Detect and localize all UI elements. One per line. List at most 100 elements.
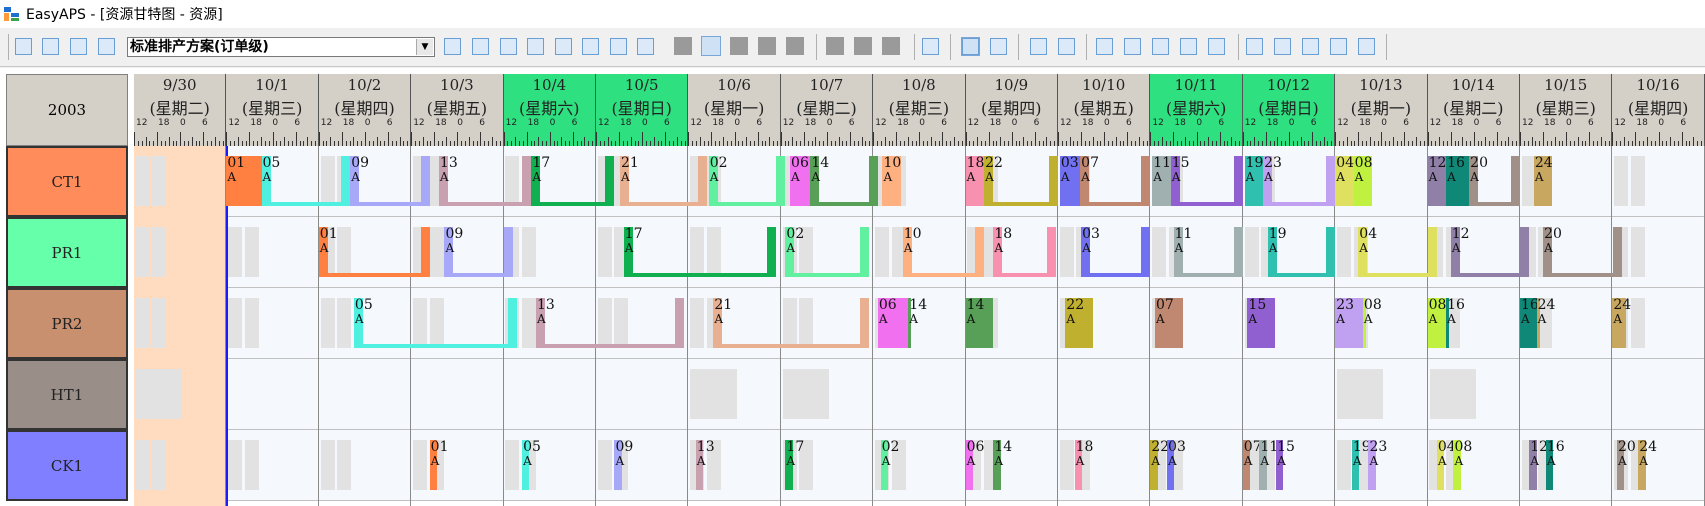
resource-label[interactable]: HT1 bbox=[6, 359, 128, 430]
swap-icon[interactable] bbox=[472, 38, 489, 55]
view-mode-icon-4[interactable] bbox=[758, 37, 776, 55]
idle-block bbox=[337, 298, 352, 348]
task-label: 06 A bbox=[879, 297, 897, 325]
hour-tick-label: 0 bbox=[642, 118, 648, 128]
day-header: 10/13 (星期一) 12 18 0 6 bbox=[1335, 74, 1428, 146]
idle-block bbox=[152, 156, 167, 206]
document-icon[interactable] bbox=[1330, 38, 1347, 55]
hour-tick-label: 18 bbox=[158, 118, 170, 128]
hour-tick-label: 0 bbox=[1011, 118, 1018, 128]
grid-view-icon[interactable] bbox=[990, 38, 1007, 55]
hour-tick-label: 0 bbox=[180, 118, 186, 128]
idle-block bbox=[1614, 156, 1629, 206]
task-label: 14 A bbox=[811, 155, 829, 183]
task-label: 20 A bbox=[1618, 439, 1636, 467]
hour-tick-label: 12 bbox=[505, 118, 518, 128]
settings-icon[interactable] bbox=[637, 38, 654, 55]
gantt-view-icon[interactable] bbox=[961, 37, 980, 56]
align-icon[interactable] bbox=[1030, 38, 1047, 55]
resource-label[interactable]: PR1 bbox=[6, 217, 128, 288]
report-icon[interactable] bbox=[1274, 38, 1291, 55]
view-mode-icon-2[interactable] bbox=[701, 36, 721, 56]
hour-ticks bbox=[134, 130, 225, 146]
task-id: 02 bbox=[881, 439, 900, 455]
hour-tick-label: 18 bbox=[342, 118, 355, 128]
chevron-down-icon[interactable]: ▼ bbox=[416, 39, 433, 55]
day-header: 10/8 (星期三) 12 18 0 6 bbox=[873, 74, 966, 146]
hour-tick-label: 0 bbox=[272, 118, 279, 128]
task-id: 10 bbox=[903, 226, 922, 242]
task-mark: A bbox=[1066, 312, 1076, 326]
hour-ticks bbox=[503, 130, 595, 146]
hour-tick-label: 6 bbox=[1588, 118, 1594, 128]
task-bar[interactable] bbox=[713, 298, 869, 348]
hour-tick-label: 6 bbox=[664, 118, 670, 128]
zoom-level-icon-1[interactable] bbox=[826, 37, 844, 55]
idle-block bbox=[135, 298, 150, 348]
chart-icon[interactable] bbox=[1058, 38, 1075, 55]
home-icon[interactable] bbox=[1180, 38, 1197, 55]
task-mark: A bbox=[909, 312, 918, 326]
task-mark: A bbox=[430, 454, 440, 468]
task-id: 08 bbox=[1454, 439, 1473, 455]
plan-select[interactable]: 标准排产方案(订单级) ▼ bbox=[127, 37, 435, 57]
hour-tick-label: 6 bbox=[1403, 118, 1409, 128]
hour-tick-label: 6 bbox=[571, 118, 578, 128]
idle-block bbox=[522, 298, 536, 348]
view-mode-icon-3[interactable] bbox=[730, 37, 748, 55]
task-id: 07 bbox=[1156, 297, 1174, 313]
task-mark: A bbox=[1354, 170, 1364, 184]
resource-label[interactable]: PR2 bbox=[6, 288, 128, 359]
day-weekday: (星期三) bbox=[241, 99, 303, 118]
resource-label[interactable]: CT1 bbox=[6, 146, 128, 217]
view-mode-icon-5[interactable] bbox=[786, 37, 804, 55]
bell-icon[interactable] bbox=[1246, 38, 1263, 55]
hour-tick-label: 0 bbox=[457, 118, 463, 128]
toolbar: 标准排产方案(订单级) ▼ bbox=[0, 28, 1705, 67]
task-label: 09 A bbox=[351, 155, 369, 183]
task-label: 16 A bbox=[1547, 439, 1565, 467]
hour-tick-label: 6 bbox=[756, 118, 763, 128]
day-header: 10/11 (星期六) 12 18 0 6 bbox=[1150, 74, 1243, 146]
easyaps-logo-icon bbox=[4, 6, 20, 22]
filter-icon[interactable] bbox=[555, 38, 572, 55]
print-preview-icon[interactable] bbox=[70, 38, 87, 55]
psi-icon[interactable] bbox=[1302, 38, 1319, 55]
zoom-level-icon-3[interactable] bbox=[882, 37, 900, 55]
idle-block bbox=[152, 298, 167, 348]
task-id: 23 bbox=[1336, 297, 1355, 313]
indent-icon[interactable] bbox=[527, 38, 544, 55]
area-chart-icon[interactable] bbox=[1124, 38, 1141, 55]
task-bar[interactable] bbox=[623, 227, 777, 277]
task-mark: A bbox=[1277, 454, 1286, 468]
printer-setup-icon[interactable] bbox=[98, 38, 115, 55]
export-icon[interactable] bbox=[610, 38, 627, 55]
zoom-level-icon-2[interactable] bbox=[854, 37, 872, 55]
image-icon[interactable] bbox=[1358, 38, 1375, 55]
idle-block bbox=[1244, 227, 1259, 277]
task-label: 23 A bbox=[1264, 155, 1282, 183]
copy-icon[interactable] bbox=[500, 38, 517, 55]
sort-icon[interactable] bbox=[582, 38, 599, 55]
day-header: 10/5 (星期日) 12 18 0 6 bbox=[596, 74, 689, 146]
task-label: 22 A bbox=[985, 155, 1003, 183]
task-bar[interactable] bbox=[353, 298, 518, 348]
task-label: 02 A bbox=[882, 439, 900, 467]
edit-icon[interactable] bbox=[922, 38, 939, 55]
info-icon[interactable] bbox=[1208, 38, 1225, 55]
task-label: 15 A bbox=[1277, 439, 1295, 467]
task-label: 11 A bbox=[1175, 226, 1193, 254]
list-icon[interactable] bbox=[1096, 38, 1113, 55]
refresh-icon[interactable] bbox=[444, 38, 461, 55]
hour-tick-label: 18 bbox=[712, 118, 724, 128]
task-bar[interactable] bbox=[535, 298, 684, 348]
resource-label[interactable]: CK1 bbox=[6, 430, 128, 501]
line-chart-icon[interactable] bbox=[1152, 38, 1169, 55]
save-icon[interactable] bbox=[15, 38, 32, 55]
view-mode-icon-1[interactable] bbox=[674, 37, 692, 55]
print-icon[interactable] bbox=[42, 38, 59, 55]
task-label: 05 A bbox=[263, 155, 281, 183]
day-weekday: (星期日) bbox=[611, 99, 672, 118]
task-label: 07 A bbox=[1081, 155, 1099, 183]
task-id: 03 bbox=[1168, 439, 1186, 455]
